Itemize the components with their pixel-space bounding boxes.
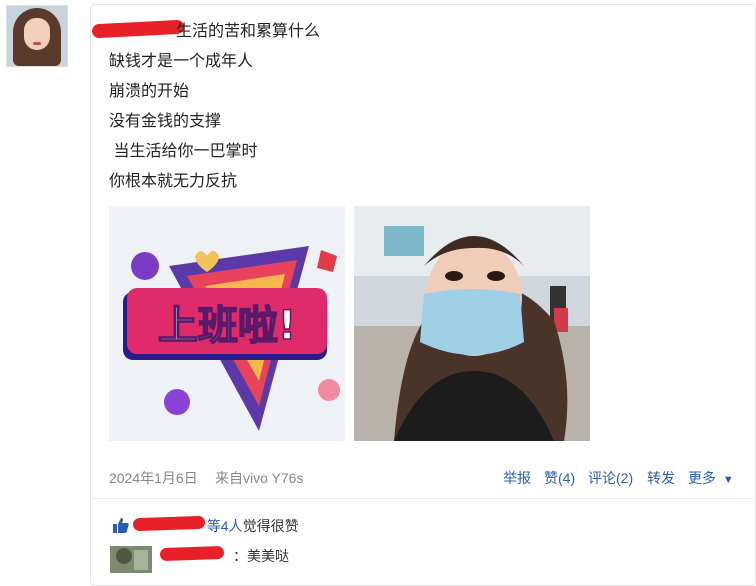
- report-link[interactable]: 举报: [503, 468, 531, 488]
- post-image-selfie[interactable]: [354, 206, 590, 441]
- work-graphic-text: 上班啦!: [158, 303, 296, 349]
- post-date: 2024年1月6日: [109, 470, 198, 486]
- more-menu[interactable]: 更多 ▼: [688, 468, 734, 488]
- divider: [91, 498, 754, 499]
- post-image-work-graphic[interactable]: 上班啦!: [109, 206, 345, 441]
- thumbs-up-icon: [113, 518, 129, 533]
- user-avatar[interactable]: [6, 5, 68, 67]
- post-line-6: 你根本就无力反抗: [109, 173, 238, 190]
- like-link[interactable]: 赞(4): [544, 468, 575, 488]
- selfie-photo: [354, 206, 590, 441]
- post-line-5: 当生活给你一巴掌时: [109, 143, 258, 160]
- post-source[interactable]: 来自vivo Y76s: [215, 468, 303, 488]
- comment-text: ：美美哒: [233, 548, 289, 564]
- avatar-lips: [33, 42, 41, 45]
- comment-link[interactable]: 评论(2): [588, 468, 633, 488]
- post-line-3: 崩溃的开始: [109, 83, 190, 100]
- avatar-face: [24, 18, 50, 50]
- more-label: 更多: [688, 470, 716, 486]
- chevron-down-icon: ▼: [722, 474, 734, 486]
- forward-link[interactable]: 转发: [647, 468, 675, 488]
- likes-count[interactable]: 等4人: [207, 518, 243, 534]
- post-line-1: 生活的苦和累算什么: [176, 23, 321, 40]
- commenter-name-redaction: [159, 545, 225, 562]
- post-line-4: 没有金钱的支撑: [109, 113, 222, 130]
- commenter-avatar[interactable]: [110, 546, 152, 573]
- liker-names-redaction: [132, 515, 206, 532]
- work-graphic-illustration: 上班啦!: [123, 246, 340, 431]
- likes-suffix: 觉得很赞: [242, 518, 299, 534]
- commenter-avatar-image: [110, 546, 152, 573]
- post-line-2: 缺钱才是一个成年人: [109, 53, 254, 70]
